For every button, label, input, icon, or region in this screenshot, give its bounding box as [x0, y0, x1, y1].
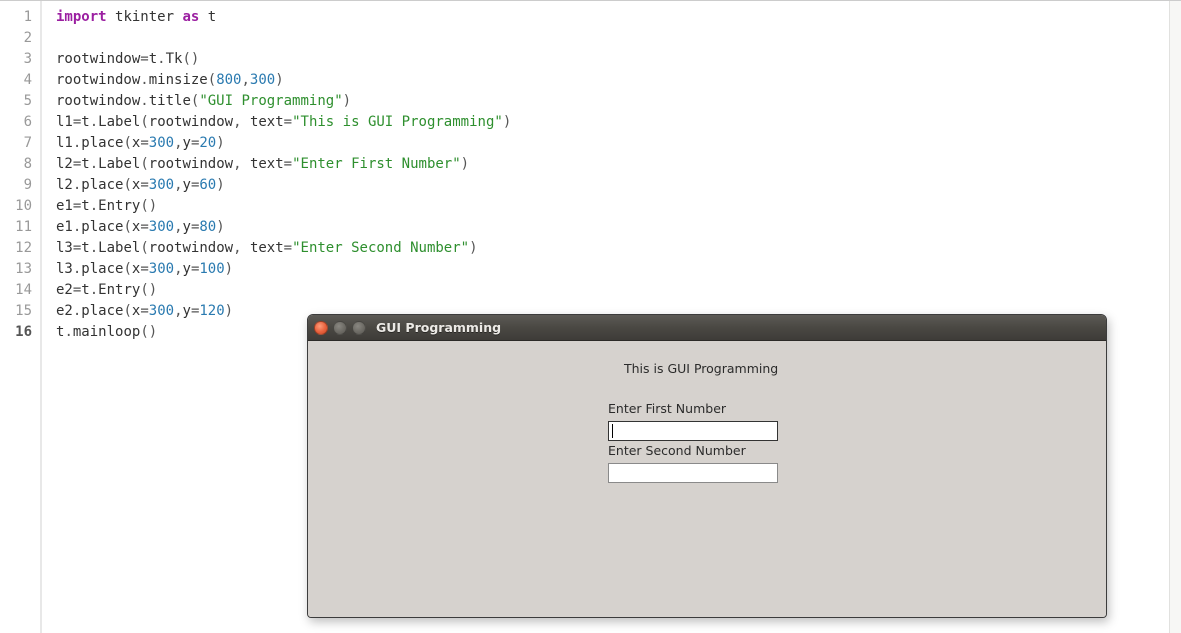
code-line[interactable]: rootwindow.minsize(800,300) [56, 70, 1181, 91]
code-line[interactable]: rootwindow.title("GUI Programming") [56, 91, 1181, 112]
tk-label-first: Enter First Number [608, 401, 726, 416]
tk-label-second: Enter Second Number [608, 443, 746, 458]
line-number-gutter: 12345678910111213141516 [0, 1, 42, 633]
code-line[interactable]: l3=t.Label(rootwindow, text="Enter Secon… [56, 238, 1181, 259]
line-number: 5 [0, 91, 40, 112]
code-line[interactable]: import tkinter as t [56, 7, 1181, 28]
window-maximize-button[interactable] [352, 321, 366, 335]
code-line[interactable]: e2=t.Entry() [56, 280, 1181, 301]
tk-entry-first[interactable] [608, 421, 778, 441]
line-number: 10 [0, 196, 40, 217]
line-number: 7 [0, 133, 40, 154]
code-line[interactable]: rootwindow=t.Tk() [56, 49, 1181, 70]
line-number: 14 [0, 280, 40, 301]
code-line[interactable]: e1.place(x=300,y=80) [56, 217, 1181, 238]
window-minimize-button[interactable] [333, 321, 347, 335]
code-line[interactable]: l1.place(x=300,y=20) [56, 133, 1181, 154]
line-number: 4 [0, 70, 40, 91]
code-line[interactable]: e1=t.Entry() [56, 196, 1181, 217]
window-close-button[interactable] [314, 321, 328, 335]
tk-window[interactable]: GUI Programming This is GUI Programming … [307, 314, 1107, 618]
code-line[interactable] [56, 28, 1181, 49]
line-number: 12 [0, 238, 40, 259]
tk-entry-second[interactable] [608, 463, 778, 483]
code-line[interactable]: l2.place(x=300,y=60) [56, 175, 1181, 196]
line-number: 15 [0, 301, 40, 322]
line-number: 16 [0, 322, 40, 343]
line-number: 6 [0, 112, 40, 133]
tk-window-title: GUI Programming [376, 320, 501, 335]
line-number: 9 [0, 175, 40, 196]
line-number: 11 [0, 217, 40, 238]
code-line[interactable]: l1=t.Label(rootwindow, text="This is GUI… [56, 112, 1181, 133]
code-line[interactable]: l2=t.Label(rootwindow, text="Enter First… [56, 154, 1181, 175]
code-line[interactable]: l3.place(x=300,y=100) [56, 259, 1181, 280]
line-number: 13 [0, 259, 40, 280]
line-number: 2 [0, 28, 40, 49]
scrollbar-track[interactable] [1169, 1, 1181, 633]
line-number: 3 [0, 49, 40, 70]
tk-client-area: This is GUI Programming Enter First Numb… [308, 341, 1106, 617]
line-number: 8 [0, 154, 40, 175]
tk-titlebar[interactable]: GUI Programming [308, 315, 1106, 341]
tk-label-heading: This is GUI Programming [624, 361, 778, 376]
line-number: 1 [0, 7, 40, 28]
